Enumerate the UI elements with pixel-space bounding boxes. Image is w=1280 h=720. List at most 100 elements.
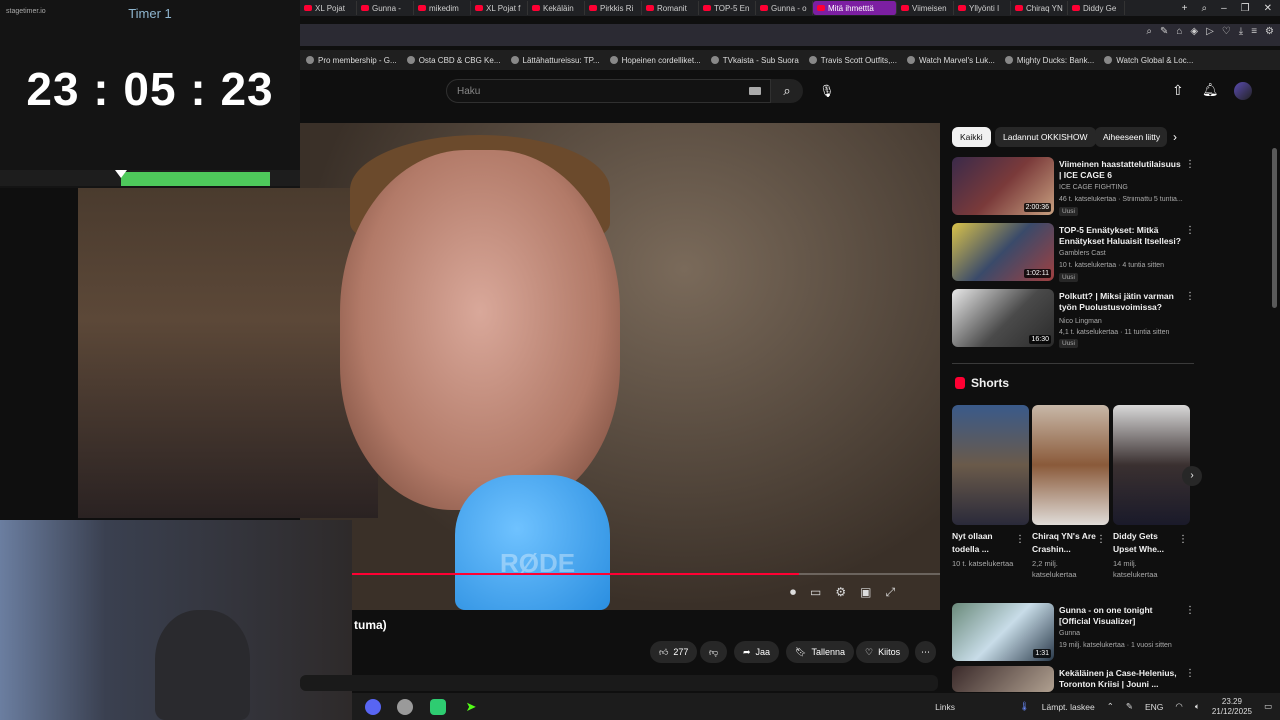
play-icon[interactable]: ▷ bbox=[1206, 26, 1214, 37]
browser-tab[interactable]: Kekäläin bbox=[528, 1, 585, 15]
shield-icon[interactable]: ◈ bbox=[1190, 26, 1198, 37]
links-toolbar[interactable]: Links bbox=[935, 702, 955, 712]
thumbnail[interactable]: 1:02:11 bbox=[952, 223, 1054, 281]
browser-tab[interactable]: Pirkkis Ri bbox=[585, 1, 642, 15]
browser-tab[interactable]: Mitä ihmetttä bbox=[813, 1, 897, 15]
more-vert-icon[interactable]: ⋮ bbox=[1185, 225, 1195, 236]
kick-icon[interactable]: ➤ bbox=[463, 699, 479, 715]
bookmark-item[interactable]: Travis Scott Outfits,... bbox=[808, 56, 897, 65]
bookmark-item[interactable]: Hopeinen cordelliket... bbox=[609, 56, 701, 65]
list-item[interactable]: 2:00:36 Viimeinen haastattelutilaisuus |… bbox=[952, 157, 1197, 219]
list-item[interactable]: Kekäläinen ja Case-Helenius, Toronton Kr… bbox=[952, 666, 1197, 692]
short-title[interactable]: Chiraq YN's Are Crashin... bbox=[1032, 530, 1102, 556]
bookmark-item[interactable]: TVkaista - Sub Suora bbox=[710, 56, 799, 65]
pen-icon[interactable]: ✎ bbox=[1126, 701, 1133, 712]
obs-icon[interactable] bbox=[430, 699, 446, 715]
like-button[interactable]: 👍︎ 277 bbox=[650, 641, 698, 663]
browser-tab[interactable]: Chiraq YN bbox=[1011, 1, 1068, 15]
short-title[interactable]: Nyt ollaan todella ... bbox=[952, 530, 1022, 556]
short-title[interactable]: Diddy Gets Upset Whe... bbox=[1113, 530, 1183, 556]
thumbnail[interactable] bbox=[952, 666, 1054, 692]
notification-icon[interactable]: ▭ bbox=[1264, 701, 1272, 712]
browser-tab[interactable]: Viimeisen bbox=[897, 1, 954, 15]
upload-icon[interactable]: ⇧ bbox=[1172, 82, 1184, 99]
autoplay-icon[interactable]: ⏺ bbox=[790, 585, 796, 600]
subtitles-icon[interactable]: ▭ bbox=[810, 585, 821, 600]
search-icon[interactable]: ⌕ bbox=[1201, 3, 1207, 14]
more-vert-icon[interactable]: ⋮ bbox=[1185, 291, 1195, 302]
share-button[interactable]: ➦ Jaa bbox=[734, 641, 780, 663]
app-icon[interactable] bbox=[397, 699, 413, 715]
channel-name[interactable]: Gamblers Cast bbox=[1059, 250, 1106, 257]
bookmark-item[interactable]: Lättähattureissu: TP... bbox=[510, 56, 600, 65]
bookmark-item[interactable]: Mighty Ducks: Bank... bbox=[1004, 56, 1094, 65]
weather-text[interactable]: Lämpt. laskee bbox=[1042, 702, 1095, 712]
heart-icon[interactable]: ♡ bbox=[1222, 26, 1231, 37]
description-box[interactable] bbox=[300, 675, 938, 691]
channel-name[interactable]: Gunna bbox=[1059, 630, 1080, 637]
close-icon[interactable]: ✕ bbox=[1264, 3, 1272, 14]
language-indicator[interactable]: ENG bbox=[1145, 702, 1163, 712]
browser-tab[interactable]: Yllyönti I bbox=[954, 1, 1011, 15]
wifi-icon[interactable]: ◠ bbox=[1175, 701, 1182, 712]
browser-tab[interactable]: Diddy Ge bbox=[1068, 1, 1125, 15]
browser-tab[interactable]: mikedim bbox=[414, 1, 471, 15]
more-actions-button[interactable]: ⋯ bbox=[915, 641, 936, 663]
browser-tab[interactable]: XL Pojat f bbox=[471, 1, 528, 15]
browser-tab[interactable]: Romanit bbox=[642, 1, 699, 15]
browser-tab[interactable]: Gunna - bbox=[357, 1, 414, 15]
browser-tab[interactable]: Gunna - o bbox=[756, 1, 813, 15]
thanks-button[interactable]: ♡ Kiitos bbox=[856, 641, 910, 663]
bookmark-item[interactable]: Pro membership - G... bbox=[306, 56, 397, 65]
video-title[interactable]: Polkutt? | Miksi jätin varman työn Puolu… bbox=[1059, 291, 1184, 313]
bell-icon[interactable]: 🔔︎ bbox=[1202, 82, 1219, 98]
video-title[interactable]: Kekäläinen ja Case-Helenius, Toronton Kr… bbox=[1059, 668, 1184, 690]
minimize-icon[interactable]: – bbox=[1221, 3, 1227, 14]
list-item[interactable]: 16:30 Polkutt? | Miksi jätin varman työn… bbox=[952, 289, 1197, 351]
channel-name[interactable]: Nico Lingman bbox=[1059, 318, 1102, 325]
extension-icon[interactable]: ⚙ bbox=[1265, 26, 1274, 37]
volume-icon[interactable]: 🔈︎ bbox=[1195, 701, 1200, 712]
bookmark-item[interactable]: Watch Marvel's Luk... bbox=[906, 56, 995, 65]
list-item[interactable]: 1:02:11 TOP-5 Ennätykset: Mitkä Ennätyks… bbox=[952, 223, 1197, 285]
scrollbar[interactable] bbox=[1272, 148, 1277, 308]
chevron-up-icon[interactable]: ⌃ bbox=[1107, 701, 1114, 712]
discord-icon[interactable] bbox=[365, 699, 381, 715]
more-vert-icon[interactable]: ⋮ bbox=[1185, 159, 1195, 170]
taskbar-clock[interactable]: 23.29 21/12/2025 bbox=[1212, 697, 1252, 717]
list-item[interactable]: 1:31 Gunna - on one tonight [Official Vi… bbox=[952, 603, 1197, 665]
chip-all[interactable]: Kaikki bbox=[952, 127, 991, 147]
dislike-button[interactable]: 👎︎ bbox=[700, 641, 728, 663]
zoom-icon[interactable]: ⌕ bbox=[1146, 26, 1152, 37]
more-vert-icon[interactable]: ⋮ bbox=[1185, 668, 1195, 679]
shorts-next-button[interactable]: › bbox=[1182, 466, 1202, 486]
video-title[interactable]: TOP-5 Ennätykset: Mitkä Ennätykset Halua… bbox=[1059, 225, 1184, 247]
more-vert-icon[interactable]: ⋮ bbox=[1185, 605, 1195, 616]
short-thumbnail[interactable] bbox=[952, 405, 1029, 525]
chip-related[interactable]: Aiheeseen liitty bbox=[1095, 127, 1167, 147]
short-thumbnail[interactable] bbox=[1032, 405, 1109, 525]
download-icon[interactable]: ⤓ bbox=[1239, 26, 1243, 37]
menu-icon[interactable]: ≡ bbox=[1251, 26, 1257, 37]
more-vert-icon[interactable]: ⋮ bbox=[1178, 534, 1188, 545]
voice-search-button[interactable]: 🎙︎ bbox=[815, 79, 839, 103]
search-button[interactable]: ⌕ bbox=[771, 79, 803, 103]
home-icon[interactable]: ⌂ bbox=[1176, 26, 1182, 37]
browser-tab[interactable]: XL Pojat bbox=[300, 1, 357, 15]
thumbnail[interactable]: 2:00:36 bbox=[952, 157, 1054, 215]
edit-icon[interactable]: ✎ bbox=[1160, 26, 1168, 37]
chevron-right-icon[interactable]: › bbox=[1173, 130, 1177, 144]
search-input[interactable]: Haku bbox=[446, 79, 771, 103]
more-vert-icon[interactable]: ⋮ bbox=[1015, 534, 1025, 545]
bookmark-item[interactable]: Watch Global & Loc... bbox=[1104, 56, 1193, 65]
thumbnail[interactable]: 16:30 bbox=[952, 289, 1054, 347]
thumbnail[interactable]: 1:31 bbox=[952, 603, 1054, 661]
chip-uploader[interactable]: Ladannut OKKISHOW bbox=[995, 127, 1096, 147]
channel-name[interactable]: ICE CAGE FIGHTING bbox=[1059, 184, 1128, 191]
browser-tab[interactable]: TOP-5 En bbox=[699, 1, 756, 15]
plus-icon[interactable]: + bbox=[1182, 3, 1188, 14]
keyboard-icon[interactable] bbox=[749, 87, 761, 95]
avatar[interactable] bbox=[1234, 82, 1252, 100]
video-title[interactable]: Gunna - on one tonight [Official Visuali… bbox=[1059, 605, 1184, 627]
video-title[interactable]: Viimeinen haastattelutilaisuus | ICE CAG… bbox=[1059, 159, 1184, 181]
